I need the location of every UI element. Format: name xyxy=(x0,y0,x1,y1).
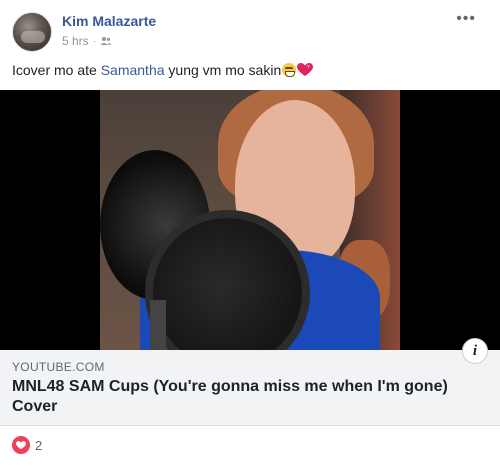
caption-text-tail: yung vm mo sakin xyxy=(164,62,282,78)
post-caption: Icover mo ate Samantha yung vm mo sakin xyxy=(12,61,314,81)
reaction-count: 2 xyxy=(35,437,43,453)
heart-emoji-icon xyxy=(297,63,314,81)
more-icon[interactable]: ••• xyxy=(456,11,476,27)
link-preview[interactable]: i YOUTUBE.COM MNL48 SAM Cups (You're gon… xyxy=(0,338,500,426)
post-header: Kim Malazarte 5 hrs · ••• xyxy=(12,11,482,52)
mic-clip xyxy=(150,300,166,350)
mention-link[interactable]: Samantha xyxy=(101,62,165,78)
video-frame xyxy=(100,90,400,350)
author-name[interactable]: Kim Malazarte xyxy=(62,13,156,29)
meta-separator: · xyxy=(92,35,97,47)
reactions-summary[interactable]: 2 xyxy=(12,436,42,454)
post-meta: 5 hrs · xyxy=(62,34,112,48)
caption-text: Icover mo ate xyxy=(12,62,101,78)
info-icon[interactable]: i xyxy=(462,338,488,364)
love-reaction-icon xyxy=(12,436,30,454)
video-thumbnail[interactable] xyxy=(0,90,500,350)
link-title[interactable]: MNL48 SAM Cups (You're gonna miss me whe… xyxy=(12,377,482,417)
friends-icon[interactable] xyxy=(100,36,112,46)
link-domain: YOUTUBE.COM xyxy=(12,360,105,374)
feed-post: Kim Malazarte 5 hrs · ••• Icover mo ate … xyxy=(0,0,500,470)
grin-emoji-icon xyxy=(282,63,297,77)
timestamp[interactable]: 5 hrs xyxy=(62,34,89,48)
avatar[interactable] xyxy=(12,12,52,52)
